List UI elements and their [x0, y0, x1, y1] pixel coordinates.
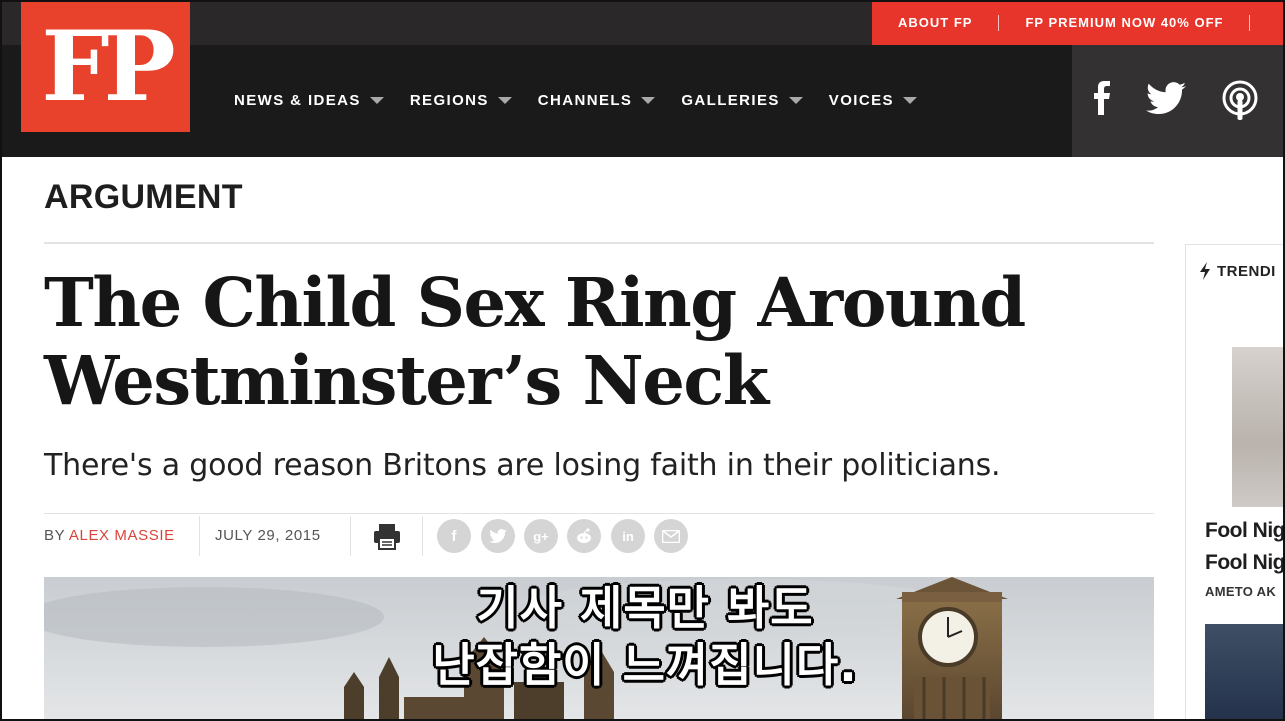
video-subtitles: 기사 제목만 봐도 난잡함이 느껴집니다. [340, 580, 950, 694]
nav-regions[interactable]: REGIONS [410, 92, 512, 109]
nav-label: NEWS & IDEAS [234, 91, 361, 109]
byline: BY ALEX MASSIE [44, 527, 175, 544]
facebook-icon[interactable]: f [437, 519, 471, 553]
trending-thumbnail[interactable] [1232, 347, 1285, 507]
divider [44, 513, 1154, 514]
about-fp-link[interactable]: ABOUT FP [898, 15, 972, 30]
top-bar-divider [1249, 14, 1251, 31]
linkedin-icon[interactable]: in [611, 519, 645, 553]
top-promo-bar: ABOUT FP FP PREMIUM NOW 40% OFF [872, 0, 1285, 45]
trending-label: TRENDI [1217, 262, 1276, 280]
subtitle-line-1: 기사 제목만 봐도 [476, 581, 814, 635]
article-headline: The Child Sex Ring Around Westminster’s … [44, 264, 1144, 420]
nav-label: CHANNELS [537, 91, 633, 109]
nav-galleries[interactable]: GALLERIES [681, 91, 803, 109]
author-link[interactable]: ALEX MASSIE [69, 527, 175, 544]
chevron-down-icon [641, 96, 656, 104]
trending-thumbnail[interactable] [1205, 624, 1285, 721]
print-icon[interactable] [372, 521, 402, 551]
nav-news-ideas[interactable]: NEWS & IDEAS [234, 92, 384, 109]
logo-text: FP [41, 10, 175, 123]
chevron-down-icon [788, 96, 803, 104]
headline-line-1: The Child Sex Ring Around [44, 263, 1026, 342]
trending-item-title[interactable]: Fool Nig [1205, 551, 1285, 575]
publish-date: JULY 29, 2015 [215, 527, 321, 544]
trending-heading: TRENDI [1199, 262, 1276, 280]
top-bar-divider [998, 14, 1000, 31]
section-nav: NEWS & IDEAS REGIONS CHANNELS GALLERIES … [234, 88, 943, 112]
lightning-icon [1200, 262, 1210, 280]
nav-channels[interactable]: CHANNELS [538, 92, 656, 109]
reddit-icon[interactable] [567, 519, 601, 553]
twitter-icon[interactable] [1144, 78, 1188, 118]
section-label[interactable]: ARGUMENT [44, 178, 243, 217]
trending-item-title[interactable]: Fool Nig [1205, 519, 1285, 543]
by-label: BY [44, 527, 65, 544]
meta-divider [350, 516, 351, 556]
nav-label: REGIONS [409, 91, 489, 109]
article-dek: There's a good reason Britons are losing… [44, 448, 1001, 483]
divider [44, 242, 1154, 244]
fp-logo[interactable]: FP [21, 2, 190, 132]
chevron-down-icon [369, 96, 384, 104]
facebook-icon[interactable] [1088, 78, 1116, 118]
meta-divider [422, 516, 423, 556]
google-plus-icon[interactable]: g+ [524, 519, 558, 553]
nav-label: VOICES [828, 91, 894, 109]
subtitle-line-2: 난잡함이 느껴집니다. [432, 638, 858, 692]
premium-offer-link[interactable]: FP PREMIUM NOW 40% OFF [1025, 15, 1223, 30]
headline-line-2: Westminster’s Neck [44, 341, 769, 420]
meta-divider [199, 516, 200, 556]
chevron-down-icon [902, 96, 917, 104]
nav-label: GALLERIES [681, 91, 780, 109]
nav-voices[interactable]: VOICES [829, 92, 917, 109]
podcast-icon[interactable] [1220, 78, 1260, 122]
email-icon[interactable] [654, 519, 688, 553]
twitter-icon[interactable] [481, 519, 515, 553]
trending-item-author: AMETO AK [1205, 584, 1277, 599]
chevron-down-icon [497, 96, 512, 104]
